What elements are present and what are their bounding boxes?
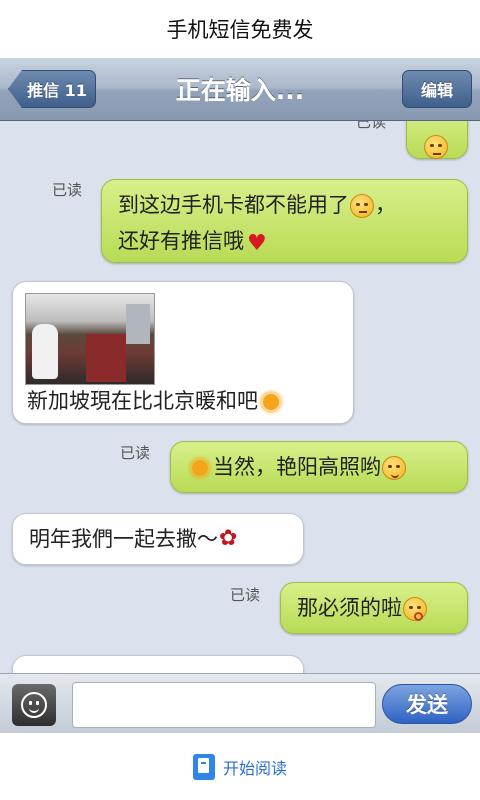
shared-photo[interactable] xyxy=(25,293,155,385)
page-caption: 手机短信免费发 xyxy=(0,0,480,58)
message-bubble-received[interactable]: 新加坡現在比北京暖和吧 xyxy=(12,281,354,424)
message-bubble-received[interactable] xyxy=(12,655,304,673)
edit-button[interactable]: 编辑 xyxy=(402,70,472,108)
message-text: 当然，艳阳高照哟 xyxy=(213,455,381,479)
message-bubble-sent[interactable]: 到这边手机卡都不能用了 ， 还好有推信哦 ♥ xyxy=(101,179,468,263)
read-status: 已读 xyxy=(120,444,151,462)
read-status: 已读 xyxy=(52,181,83,199)
message-text: 还好有推信哦 xyxy=(118,229,244,253)
kiss-face-icon xyxy=(402,596,428,622)
conversation-title: 正在输入... xyxy=(175,76,305,105)
message-text: 到这边手机卡都不能用了 xyxy=(118,193,349,217)
smiley-icon xyxy=(21,692,47,718)
message-text: ， xyxy=(375,193,396,217)
book-icon xyxy=(192,753,215,780)
sun-icon xyxy=(258,389,284,415)
composer-bar: 发送 xyxy=(0,673,480,734)
read-status: 已读 xyxy=(356,121,387,131)
emoji-picker-button[interactable] xyxy=(12,684,56,726)
message-bubble-sent[interactable]: 当然，艳阳高照哟 xyxy=(170,441,468,493)
back-button[interactable]: 推信 11 xyxy=(8,70,96,108)
message-text: 那必须的啦 xyxy=(297,596,402,620)
footer-bar: 开始阅读 xyxy=(0,733,480,800)
crying-face-icon xyxy=(349,193,375,219)
message-bubble-sent[interactable]: 那必须的啦 xyxy=(280,582,468,634)
chat-area[interactable]: 已读 已读 到这边手机卡都不能用了 ， 还好有推信哦 ♥ 新加坡現在比北京暖和吧 已… xyxy=(0,121,480,673)
message-input[interactable] xyxy=(72,682,376,728)
start-reading-link[interactable]: 开始阅读 xyxy=(192,753,287,780)
navigation-bar: 推信 11 正在输入... 编辑 xyxy=(0,58,480,121)
wink-face-icon xyxy=(381,455,407,481)
rose-icon: ✿ xyxy=(219,526,238,551)
send-button[interactable]: 发送 xyxy=(382,684,472,724)
read-status: 已读 xyxy=(230,586,261,604)
sad-face-icon xyxy=(423,134,449,160)
message-text: 明年我們一起去撒～ xyxy=(29,527,218,551)
heart-icon: ♥ xyxy=(247,231,267,256)
sun-icon xyxy=(187,455,213,481)
message-text: 新加坡現在比北京暖和吧 xyxy=(27,389,258,413)
start-reading-label: 开始阅读 xyxy=(222,758,287,778)
message-bubble-sent[interactable] xyxy=(406,121,468,159)
message-bubble-received[interactable]: 明年我們一起去撒～ ✿ xyxy=(12,513,304,565)
